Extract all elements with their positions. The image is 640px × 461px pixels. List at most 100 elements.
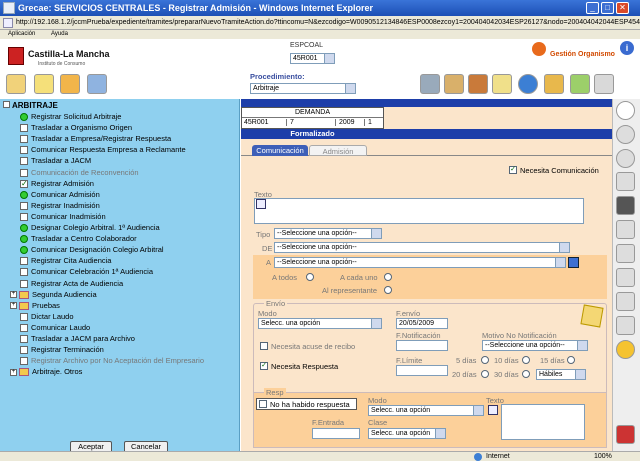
menu-ayuda[interactable]: Ayuda [51, 31, 68, 37]
tree-item[interactable]: Designar Colegio Arbitral. 1ª Audiencia [20, 222, 160, 233]
tree-item[interactable]: Comunicar Designación Colegio Arbitral [20, 244, 164, 255]
texto-attach-icon[interactable] [256, 199, 266, 209]
edit-icon[interactable] [616, 172, 635, 191]
tree-item[interactable]: Trasladar a Centro Colaborador [20, 233, 137, 244]
fenvio-input[interactable]: 20/05/2009 [396, 318, 448, 329]
print-icon[interactable] [616, 292, 635, 311]
espcoal-select[interactable]: 45R001 [290, 53, 335, 64]
close-icon[interactable]: ✕ [616, 2, 629, 14]
tab-comunicacion[interactable]: Comunicación [252, 145, 308, 156]
books-icon[interactable] [444, 74, 464, 94]
texto2-attach-icon[interactable] [488, 405, 498, 415]
dias-10-radio[interactable] [522, 356, 530, 364]
tree-item[interactable]: + Segunda Audiencia [10, 289, 97, 300]
minimize-icon[interactable]: _ [586, 2, 599, 14]
necesita-comunicacion-checkbox[interactable]: ✓ [509, 166, 517, 174]
tree-item[interactable]: + Pruebas [10, 300, 60, 311]
tree-item[interactable]: Comunicar Respuesta Empresa a Reclamante [20, 144, 186, 155]
acuse-checkbox[interactable] [260, 342, 268, 350]
dias-15-radio[interactable] [567, 356, 575, 364]
tree-item[interactable]: Comunicación de Reconvención [20, 167, 139, 178]
search-icon[interactable] [568, 257, 579, 268]
forward-icon[interactable] [616, 149, 635, 168]
texto2-textarea[interactable] [501, 404, 585, 440]
info-icon[interactable]: i [620, 41, 634, 55]
al-representante-radio[interactable] [384, 286, 392, 294]
motivo-select[interactable]: --Seleccione una opción-- [482, 340, 588, 351]
zoom-icon[interactable] [616, 101, 635, 120]
tree-item[interactable]: Registrar Terminación [20, 344, 104, 355]
scanner-icon[interactable] [594, 74, 614, 94]
tree-item[interactable]: Trasladar a JACM [20, 155, 91, 166]
gear-icon[interactable] [616, 340, 635, 359]
texto-textarea[interactable] [254, 198, 584, 224]
dias-20-label: 20 días [452, 370, 477, 379]
tipo-select[interactable]: --Seleccione una opción-- [274, 228, 382, 239]
procedimiento-select[interactable]: Arbitraje [250, 83, 356, 94]
mail-icon[interactable] [492, 74, 512, 94]
tab-admision[interactable]: Admisión [309, 145, 367, 156]
tools-icon[interactable] [544, 74, 564, 94]
tree-root[interactable]: ARBITRAJE [3, 101, 58, 111]
tree-item[interactable]: Comunicar Admisión [20, 189, 100, 200]
a-select[interactable]: --Seleccione una opción-- [274, 257, 566, 268]
clase-select[interactable]: Selecc. una opción [368, 428, 446, 439]
a-cada-uno-radio[interactable] [384, 273, 392, 281]
back-icon[interactable] [616, 125, 635, 144]
paste-icon[interactable] [616, 268, 635, 287]
copy-icon[interactable] [616, 244, 635, 263]
tree-item[interactable]: Trasladar a JACM para Archivo [20, 333, 135, 344]
tree-item[interactable]: Comunicar Inadmisión [20, 211, 106, 222]
modo-select[interactable]: Selecc. una opción [258, 318, 382, 329]
envelope-icon[interactable] [580, 304, 604, 328]
folder-star-icon[interactable] [34, 74, 54, 94]
computer-icon[interactable] [420, 74, 440, 94]
documents-icon[interactable] [87, 74, 107, 94]
de-select[interactable]: --Seleccione una opción-- [274, 242, 570, 253]
modo2-select[interactable]: Selecc. una opción [368, 405, 484, 416]
diamond-tool-icon[interactable] [6, 74, 26, 94]
gestion-label[interactable]: Gestión Organismo [550, 51, 615, 58]
menu-aplicacion[interactable]: Aplicación [8, 31, 35, 37]
exit-icon[interactable] [616, 425, 635, 444]
expand-icon[interactable]: + [10, 368, 17, 376]
tree-item[interactable]: Comunicar Celebración 1ª Audiencia [20, 266, 153, 277]
text-icon[interactable] [616, 316, 635, 335]
tree-item[interactable]: Registrar Inadmisión [20, 200, 100, 211]
chart-icon[interactable] [570, 74, 590, 94]
dias-20-radio[interactable] [481, 370, 489, 378]
dias-30-radio[interactable] [522, 370, 530, 378]
maximize-icon[interactable]: □ [601, 2, 614, 14]
expand-icon[interactable]: + [10, 291, 17, 299]
pending-step-icon [20, 135, 28, 144]
demanda-cell-3: 2009 [335, 119, 363, 126]
tree-item[interactable]: Comunicar Laudo [20, 322, 90, 333]
necesita-respuesta-checkbox[interactable]: ✓ [260, 362, 268, 370]
a-todos-radio[interactable] [306, 273, 314, 281]
tree-item[interactable]: + Arbitraje. Otros [10, 366, 82, 377]
tree-item[interactable]: Trasladar a Organismo Origen [20, 122, 132, 133]
dias-5-radio[interactable] [481, 356, 489, 364]
tree-item[interactable]: Registrar Acta de Audiencia [20, 278, 123, 289]
tree-item[interactable]: Trasladar a Empresa/Registrar Respuesta [20, 133, 171, 144]
address-bar[interactable]: http://192.168.1.2/jccmPrueba/expediente… [0, 16, 640, 30]
flimite-input[interactable] [396, 365, 448, 376]
globe-icon[interactable] [518, 74, 538, 94]
expand-icon[interactable]: + [10, 302, 17, 310]
tree-item[interactable]: Registrar Archivo por No Aceptación del … [20, 355, 204, 366]
fnotificacion-input[interactable] [396, 340, 448, 351]
modo-label: Modo [258, 309, 277, 318]
tree-item[interactable]: Dictar Laudo [20, 311, 74, 322]
zoom-level[interactable]: 100% [594, 452, 612, 461]
box-icon[interactable] [468, 74, 488, 94]
tree-item[interactable]: Registrar Solicitud Arbitraje [20, 111, 121, 122]
fentrada-input[interactable] [312, 428, 360, 439]
save-icon[interactable] [616, 196, 635, 215]
no-respuesta-checkbox[interactable] [259, 400, 267, 408]
habiles-select[interactable]: Hábiles [536, 369, 586, 380]
tree-item[interactable]: ✓ Registrar Admisión [20, 178, 94, 189]
cut-icon[interactable] [616, 220, 635, 239]
folder-icon[interactable] [60, 74, 80, 94]
tree-panel: ARBITRAJE Registrar Solicitud Arbitraje T… [0, 99, 240, 453]
tree-item[interactable]: Registrar Cita Audiencia [20, 255, 111, 266]
